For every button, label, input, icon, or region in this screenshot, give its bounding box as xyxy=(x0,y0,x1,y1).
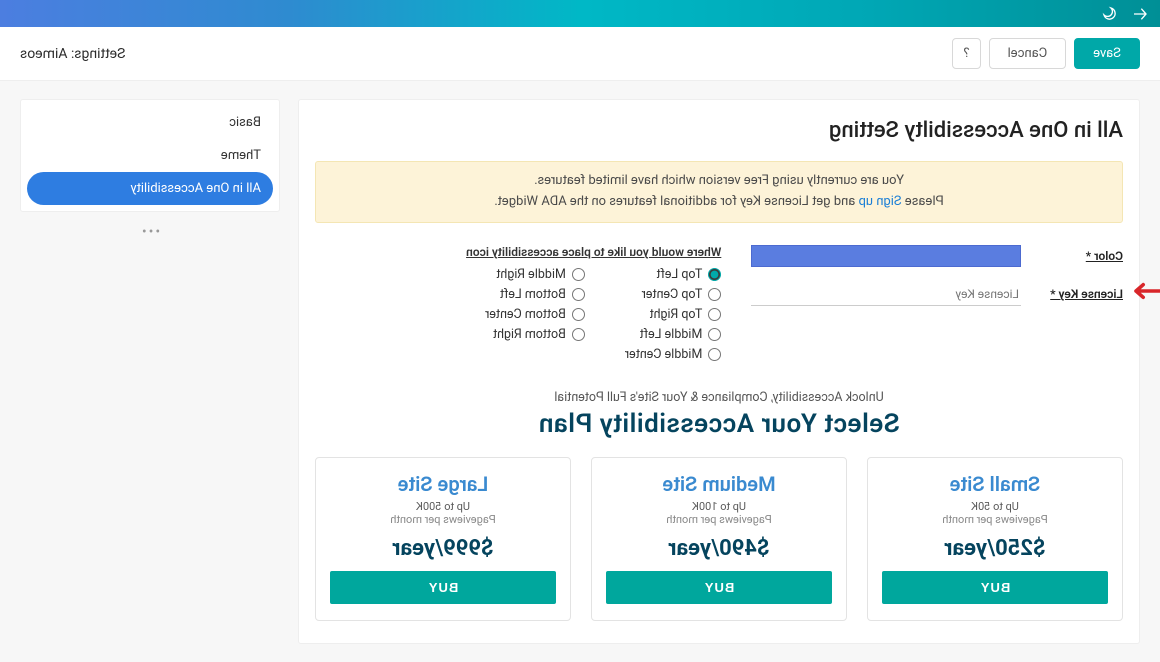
plan-pageviews: Pageviews per month xyxy=(606,513,832,526)
plan-buy-button[interactable]: BUY xyxy=(882,571,1108,604)
position-radio-label: Bottom Left xyxy=(500,287,566,302)
plan-buy-button[interactable]: BUY xyxy=(330,571,556,604)
plan-name: Small Site xyxy=(882,472,1108,496)
license-key-input[interactable] xyxy=(751,283,1021,306)
position-radio-top-right[interactable]: Top Right xyxy=(625,307,721,322)
plan-card-large-site: Large Site Up to 500KPageviews per month $… xyxy=(315,457,571,621)
save-button[interactable]: Save xyxy=(1074,38,1140,69)
position-radio-middle-right[interactable]: Middle Right xyxy=(485,267,585,282)
position-radio-label: Middle Left xyxy=(640,327,703,342)
arrow-annotation xyxy=(1127,281,1160,305)
help-button[interactable]: ? xyxy=(952,38,980,69)
plan-buy-button[interactable]: BUY xyxy=(606,571,832,604)
plan-upto: Up to 50K xyxy=(882,500,1108,513)
position-radio-label: Bottom Center xyxy=(485,307,566,322)
position-radio-input-bottom-left[interactable] xyxy=(572,288,585,301)
sidebar-item-all-in-one-accessibility[interactable]: All in One Accessibility xyxy=(27,172,273,205)
position-radio-bottom-right[interactable]: Bottom Right xyxy=(485,327,585,342)
side-more[interactable]: ••• xyxy=(20,218,280,246)
position-heading: Where would you like to place accessibil… xyxy=(315,245,721,259)
color-picker[interactable] xyxy=(751,245,1021,267)
moon-icon[interactable] xyxy=(1102,6,1118,22)
plan-name: Large Site xyxy=(330,472,556,496)
signup-link[interactable]: Sign up xyxy=(859,194,902,209)
plan-name: Medium Site xyxy=(606,472,832,496)
side-nav: BasicThemeAll in One Accessibility xyxy=(20,99,280,212)
position-radio-input-middle-right[interactable] xyxy=(572,268,585,281)
plan-upto: Up to 100K xyxy=(606,500,832,513)
plan-price: $250/year xyxy=(882,536,1108,561)
position-radio-top-center[interactable]: Top Center xyxy=(625,287,721,302)
plans-subtitle: Unlock Accessibility, Compliance & Your … xyxy=(315,390,1123,405)
position-radio-label: Top Right xyxy=(649,307,702,322)
plan-upto: Up to 500K xyxy=(330,500,556,513)
plan-card-small-site: Small Site Up to 50KPageviews per month $2… xyxy=(867,457,1123,621)
position-radio-middle-center[interactable]: Middle Center xyxy=(625,347,721,362)
position-radio-input-middle-center[interactable] xyxy=(708,348,721,361)
sidebar-item-theme[interactable]: Theme xyxy=(27,139,273,172)
topbar xyxy=(0,0,1160,27)
sidebar-item-basic[interactable]: Basic xyxy=(27,106,273,139)
plan-card-medium-site: Medium Site Up to 100KPageviews per month… xyxy=(591,457,847,621)
position-radio-input-bottom-center[interactable] xyxy=(572,308,585,321)
position-radio-label: Top Left xyxy=(656,267,702,282)
back-icon[interactable] xyxy=(1132,6,1148,22)
position-radio-middle-left[interactable]: Middle Left xyxy=(625,327,721,342)
position-radio-label: Middle Center xyxy=(625,347,702,362)
position-radio-label: Bottom Right xyxy=(493,327,566,342)
notice-line2: Please Sign up and get License Key for a… xyxy=(330,192,1108,213)
plan-price: $999/year xyxy=(330,536,556,561)
plans-title: Select Your Accessibility Plan xyxy=(315,409,1123,439)
page-title: All in One Accessibilty Setting xyxy=(315,118,1123,143)
position-radio-input-top-right[interactable] xyxy=(708,308,721,321)
position-radio-label: Middle Right xyxy=(496,267,566,282)
notice-banner: You are currently using Free version whi… xyxy=(315,161,1123,223)
position-radio-group: Top Left Top Center Top Right Middle Left Mi… xyxy=(315,267,721,362)
plan-price: $490/year xyxy=(606,536,832,561)
position-radio-input-top-left[interactable] xyxy=(708,268,721,281)
color-label: Color * xyxy=(1033,249,1123,263)
actionbar: Save Cancel ? Settings: Aimeos xyxy=(0,27,1160,81)
position-radio-input-bottom-right[interactable] xyxy=(572,328,585,341)
position-radio-bottom-center[interactable]: Bottom Center xyxy=(485,307,585,322)
position-radio-bottom-left[interactable]: Bottom Left xyxy=(485,287,585,302)
settings-card: All in One Accessibilty Setting You are … xyxy=(298,99,1140,644)
license-key-label: License Key * xyxy=(1033,287,1123,301)
position-radio-input-middle-left[interactable] xyxy=(708,328,721,341)
cancel-button[interactable]: Cancel xyxy=(989,38,1067,69)
position-radio-label: Top Center xyxy=(642,287,703,302)
position-radio-top-left[interactable]: Top Left xyxy=(625,267,721,282)
notice-line1: You are currently using Free version whi… xyxy=(330,171,1108,192)
plan-pageviews: Pageviews per month xyxy=(882,513,1108,526)
position-radio-input-top-center[interactable] xyxy=(708,288,721,301)
breadcrumb: Settings: Aimeos xyxy=(20,46,125,62)
plan-pageviews: Pageviews per month xyxy=(330,513,556,526)
